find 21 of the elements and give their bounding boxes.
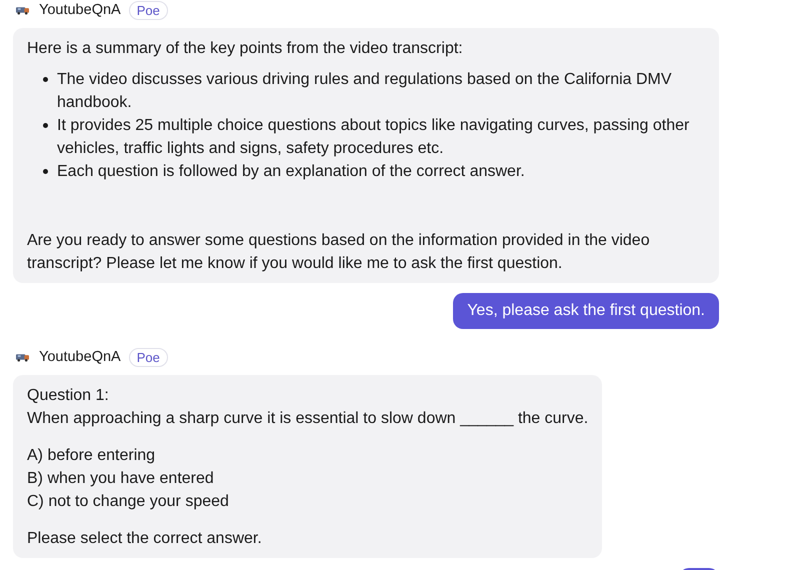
message-line: When approaching a sharp curve it is essential to slow down ______ the curve. [27, 409, 588, 429]
van-icon [16, 5, 29, 15]
bot-badge: Poe [128, 348, 168, 366]
user-message-bubble: Yes, please ask the first question. [453, 293, 719, 329]
bot-badge: Poe [128, 0, 168, 20]
bullet-dot [43, 77, 48, 82]
message-line: C) not to change your speed [27, 492, 230, 512]
van-icon [16, 352, 29, 362]
bot-name: YoutubeQnA [39, 349, 121, 365]
bot-name: YoutubeQnA [39, 2, 121, 18]
message-line: A) before entering [27, 446, 156, 466]
message-line: Question 1: [27, 386, 110, 406]
bullet-dot [43, 169, 48, 174]
message-paragraph: Here is a summary of the key points from the video transcript: [27, 39, 464, 59]
bullet-text: The video discusses various driving rules and regulations based on the California DMV handbook. [57, 70, 673, 113]
message-line: B) when you have entered [27, 469, 215, 489]
bullet-text: Each question is followed by an explanation of the correct answer. [57, 162, 525, 182]
bullet-text: It provides 25 multiple choice questions about topics like navigating curves, passing other vehicles, traffic lights and signs, safety procedures etc. [57, 116, 690, 159]
message-paragraph: Please select the correct answer. [27, 529, 263, 549]
bullet-dot [43, 123, 48, 128]
message-paragraph: Are you ready to answer some questions based on the information provided in the video transcript? Please let me know if you would like me to ask the first question. [27, 231, 651, 274]
